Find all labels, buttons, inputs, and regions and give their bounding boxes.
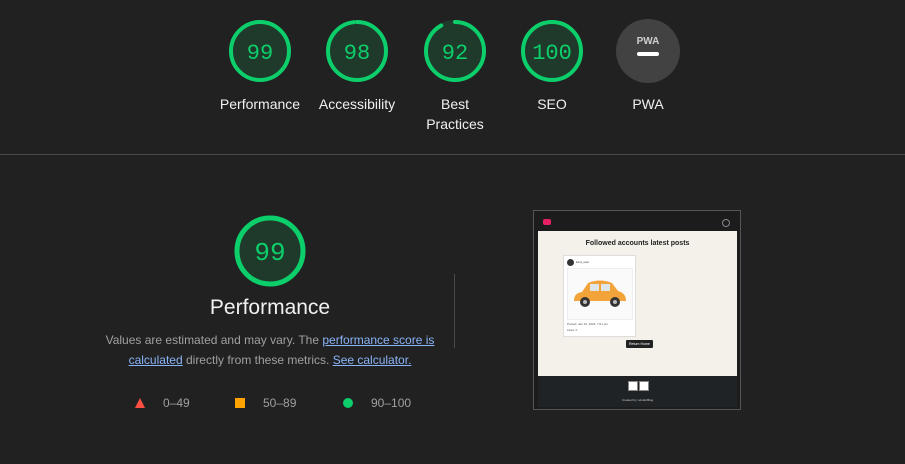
legend-range: 90–100 — [371, 396, 412, 410]
legend-range: 0–49 — [163, 396, 190, 410]
gauge-score: 99 — [247, 41, 273, 66]
score-gauges: 99 Performance 98 Accessibility 92 Best … — [0, 0, 905, 154]
post-card: best_user Posted: Jan 10, 2023, 7:01 pm … — [563, 255, 636, 337]
final-screenshot-thumbnail[interactable]: Followed accounts latest posts best_user — [533, 210, 741, 410]
gauge-label: Performance — [219, 96, 301, 112]
gauge-performance[interactable]: 99 Performance — [210, 18, 310, 114]
thumbnail-footer: Created by: winderBlog — [538, 376, 737, 407]
thumbnail-content: Followed accounts latest posts best_user — [538, 231, 737, 376]
post-date: Posted: Jan 10, 2023, 7:01 pm — [567, 322, 608, 326]
legend-range: 50–89 — [263, 396, 297, 410]
performance-score: 99 — [254, 238, 285, 268]
gauge-seo[interactable]: 100 SEO — [502, 18, 602, 114]
post-username: best_user — [576, 260, 590, 264]
site-logo-icon — [543, 219, 551, 225]
gauge-ring: 98 — [326, 20, 388, 82]
return-home-button: Return Home — [626, 340, 653, 348]
gauge-label: Best Practices — [426, 96, 484, 132]
square-icon — [235, 398, 245, 408]
performance-description: Values are estimated and may vary. The p… — [100, 330, 440, 370]
performance-title: Performance — [209, 296, 331, 319]
section-divider — [0, 154, 905, 155]
avatar — [567, 259, 574, 266]
performance-summary: 99 Performance Values are estimated and … — [100, 214, 440, 370]
gauge-pwa[interactable]: PWA PWA — [598, 18, 698, 114]
car-image — [567, 268, 633, 320]
gauge-accessibility[interactable]: 98 Accessibility — [307, 18, 407, 114]
gauge-ring: 99 — [229, 20, 291, 82]
car-icon — [574, 280, 626, 307]
see-calculator-link[interactable]: See calculator. — [333, 353, 412, 367]
menu-icon — [722, 219, 730, 227]
lighthouse-report: 99 Performance 98 Accessibility 92 Best … — [0, 0, 905, 464]
gauge-ring: 100 — [521, 20, 583, 82]
gauge-label: PWA — [632, 96, 664, 112]
footer-credit: Created by: winderBlog — [621, 398, 654, 402]
gauge-best-practices[interactable]: 92 Best Practices — [400, 18, 510, 134]
post-likes: Likes: 0 — [567, 328, 578, 332]
pwa-dash-icon — [637, 52, 659, 56]
thumbnail-heading: Followed accounts latest posts — [585, 240, 690, 247]
performance-gauge: 99 — [234, 215, 306, 287]
github-icon — [639, 381, 649, 391]
thumbnail-navbar — [538, 216, 736, 230]
pwa-badge-text: PWA — [637, 36, 660, 47]
score-legend: 0–49 50–89 90–100 — [130, 394, 430, 412]
pwa-badge-bg — [616, 19, 680, 83]
linkedin-icon — [628, 381, 638, 391]
description-text: directly from these metrics. — [182, 353, 333, 367]
triangle-icon — [135, 398, 145, 408]
gauge-score: 92 — [442, 41, 468, 66]
gauge-ring: 92 — [424, 20, 486, 82]
gauge-label: Accessibility — [318, 96, 396, 112]
circle-icon — [343, 398, 353, 408]
gauge-score: 98 — [344, 41, 370, 66]
gauge-label: SEO — [537, 96, 567, 112]
vertical-separator — [454, 274, 455, 348]
pwa-na-icon: PWA — [616, 19, 680, 83]
gauge-score: 100 — [532, 41, 572, 66]
description-text: Values are estimated and may vary. The — [105, 333, 323, 347]
